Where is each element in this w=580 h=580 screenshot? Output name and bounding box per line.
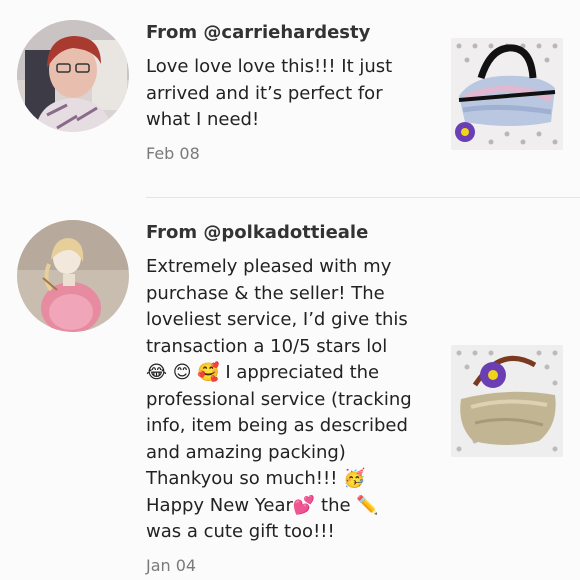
reviewer-username[interactable]: From @carriehardesty — [146, 20, 436, 46]
avatar-photo — [17, 20, 129, 132]
review-date: Jan 04 — [146, 555, 197, 575]
item-thumbnail[interactable] — [451, 345, 563, 457]
avatar-photo — [17, 220, 129, 332]
reviewer-avatar[interactable] — [17, 20, 129, 132]
bag-photo — [451, 38, 563, 150]
reviewer-avatar[interactable] — [17, 220, 129, 332]
review-divider — [146, 197, 580, 198]
review-text: Extremely pleased with my purchase & the… — [146, 256, 412, 542]
review-text: Love love love this!!! It just arrived a… — [146, 56, 393, 130]
item-thumbnail[interactable] — [451, 38, 563, 150]
review-date: Feb 08 — [146, 143, 200, 163]
reviewer-username[interactable]: From @polkadottieale — [146, 220, 436, 246]
bag-photo — [451, 345, 563, 457]
